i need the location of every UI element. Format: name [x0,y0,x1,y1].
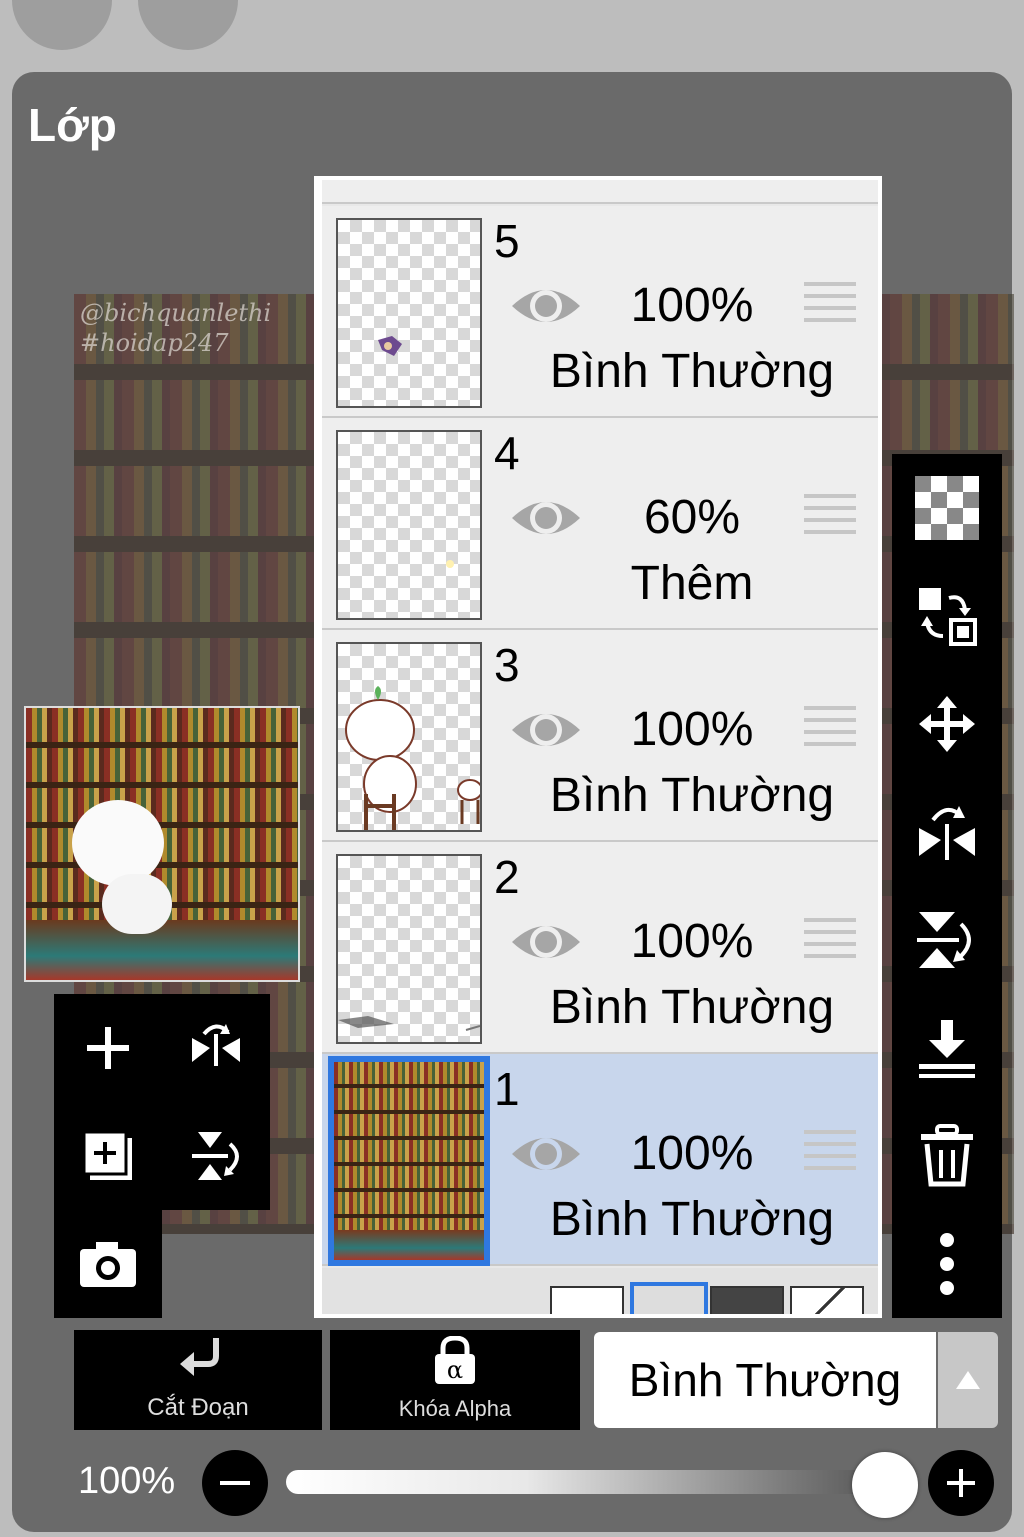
blend-mode-select[interactable]: Bình Thường [594,1332,936,1428]
camera-button[interactable] [68,1224,148,1304]
layer-number: 2 [494,851,520,903]
flip-horizontal-button[interactable] [176,1008,256,1088]
clipping-label: Cắt Đoạn [147,1394,249,1421]
layer-opacity: 100% [630,1127,754,1180]
visibility-toggle[interactable] [508,492,584,549]
layer-blend-mode: Thêm [630,557,754,610]
visibility-toggle[interactable] [508,916,584,973]
flip-vertical-icon [192,1132,239,1180]
clip-arrow-icon [180,1338,219,1376]
opacity-value: 100% [78,1460,176,1502]
layer-thumbnail [336,854,482,1044]
visibility-toggle[interactable] [508,704,584,761]
eye-icon [512,926,580,958]
layer-row-selected[interactable]: 1 100% Bình Thường [322,1054,878,1266]
opacity-slider-knob[interactable] [852,1452,918,1518]
flip-vertical-layer-button[interactable] [907,900,987,980]
bg-none-swatch[interactable] [790,1286,864,1314]
undo-button[interactable] [12,0,112,50]
camera-icon [80,1242,136,1287]
lock-alpha-icon: α [435,1336,475,1384]
layer-opacity: 100% [630,915,754,968]
triangle-up-icon [956,1371,980,1389]
canvas-watermark: @bichquanlethi #hoidap247 [80,299,272,357]
flip-horizontal-layer-button[interactable] [907,792,987,872]
layer-blend-mode: Bình Thường [549,1193,835,1246]
layer-row[interactable]: 5 100% Bình Thường [322,206,878,418]
flip-vertical-button[interactable] [176,1116,256,1196]
visibility-toggle[interactable] [508,1128,584,1185]
transparency-button[interactable] [907,468,987,548]
layer-thumbnail [336,430,482,620]
bg-transparent-swatch[interactable] [630,1282,708,1314]
add-layer-button[interactable] [68,1008,148,1088]
layer-opacity: 100% [630,279,754,332]
layer-thumbnail [336,642,482,832]
layer-blend-mode: Bình Thường [549,981,835,1034]
panel-title: Lớp [28,99,117,151]
merge-down-button[interactable] [907,1008,987,1088]
eye-icon [512,290,580,322]
eye-icon [512,1138,580,1170]
opacity-increase-button[interactable] [928,1450,994,1516]
swap-icon [919,588,977,646]
layer-blend-mode: Bình Thường [549,769,835,822]
more-vertical-icon [940,1233,954,1295]
layer-row[interactable]: 4 60% Thêm [322,418,878,630]
drag-handle-icon[interactable] [804,706,856,754]
plus-icon [947,1469,975,1497]
bg-dark-swatch[interactable] [710,1286,784,1314]
swap-layers-button[interactable] [907,576,987,656]
layer-row[interactable]: 3 100% Bình Thường [322,630,878,842]
drag-handle-icon[interactable] [804,494,856,542]
background-color-row[interactable] [322,1268,878,1314]
blend-mode-dropdown-button[interactable] [938,1332,998,1428]
flip-horizontal-icon [919,806,975,860]
layer-opacity: 60% [643,491,741,544]
bg-white-swatch[interactable] [550,1286,624,1314]
layer-tools-toolbar [892,454,1002,1318]
layer-opacity: 100% [630,703,754,756]
drag-handle-icon[interactable] [804,282,856,330]
layer-thumbnail [328,1056,490,1266]
visibility-toggle[interactable] [508,280,584,337]
layer-number: 4 [494,427,520,479]
plus-icon [87,1027,129,1069]
layer-blend-mode: Bình Thường [549,345,835,398]
add-copy-layer-button[interactable] [68,1116,148,1196]
checkerboard-icon [915,476,979,540]
alpha-lock-button[interactable]: α Khóa Alpha [330,1330,580,1430]
canvas-thumbnail[interactable] [24,706,300,982]
layer-row[interactable]: 2 100% Bình Thường [322,842,878,1054]
layer-number: 1 [494,1063,520,1115]
clipping-button[interactable]: Cắt Đoạn [74,1330,322,1430]
flip-horizontal-icon [192,1024,240,1066]
eye-icon [512,714,580,746]
drag-handle-icon[interactable] [804,1130,856,1178]
layer-list[interactable]: 5 100% Bình Thường 4 60% Thêm 3 100% Bìn… [314,176,882,1318]
opacity-decrease-button[interactable] [202,1450,268,1516]
merge-down-icon [919,1020,975,1078]
opacity-slider[interactable] [286,1470,886,1494]
drag-handle-icon[interactable] [804,918,856,966]
layer-row-partial[interactable] [322,180,878,204]
add-layer-copy-icon [82,1130,132,1180]
svg-text:α: α [447,1356,463,1384]
move-button[interactable] [907,684,987,764]
trash-icon [921,1124,973,1187]
minus-icon [220,1481,250,1485]
move-icon [919,696,975,752]
layer-number: 5 [494,215,520,267]
alpha-lock-label: Khóa Alpha [398,1396,512,1421]
flip-vertical-icon [917,912,971,968]
more-options-button[interactable] [907,1224,987,1304]
layer-number: 3 [494,639,520,691]
layer-thumbnail [336,218,482,408]
redo-button[interactable] [138,0,238,50]
delete-layer-button[interactable] [907,1116,987,1196]
eye-icon [512,502,580,534]
